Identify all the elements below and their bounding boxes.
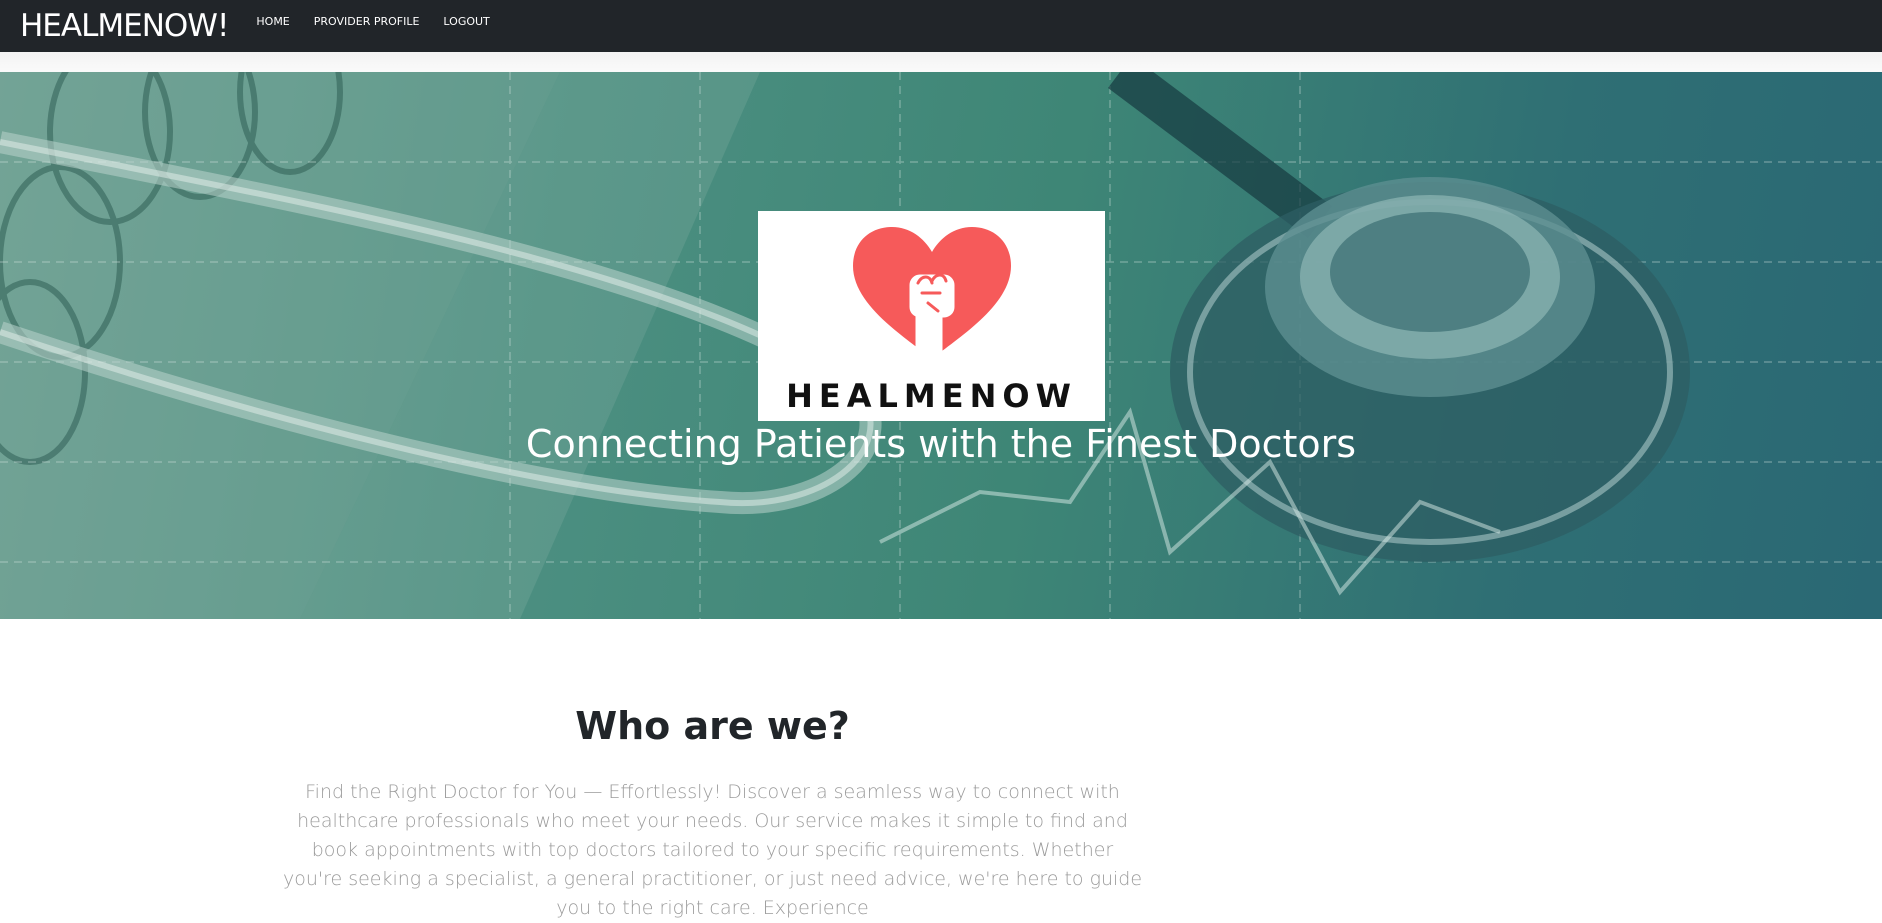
hero-tagline: Connecting Patients with the Finest Doct… <box>525 422 1357 466</box>
top-navbar: HEALMENOW! HOME PROVIDER PROFILE LOGOUT <box>0 0 1882 52</box>
logo-card: HEALMENOW <box>758 211 1105 421</box>
logo-wordmark: HEALMENOW <box>786 377 1077 415</box>
nav-link-provider-profile[interactable]: PROVIDER PROFILE <box>314 15 420 28</box>
about-body: Find the Right Doctor for You — Effortle… <box>282 781 1143 919</box>
nav-link-logout[interactable]: LOGOUT <box>443 15 489 28</box>
about-section: Who are we? Find the Right Doctor for Yo… <box>280 704 1145 923</box>
brand-link[interactable]: HEALMENOW! <box>20 0 229 52</box>
navbar-shadow <box>0 52 1882 72</box>
nav-links: HOME PROVIDER PROFILE LOGOUT <box>256 15 489 28</box>
nav-link-home[interactable]: HOME <box>256 15 289 28</box>
hero-banner: HEALMENOW Connecting Patients with the F… <box>0 72 1882 619</box>
about-heading: Who are we? <box>575 704 850 748</box>
